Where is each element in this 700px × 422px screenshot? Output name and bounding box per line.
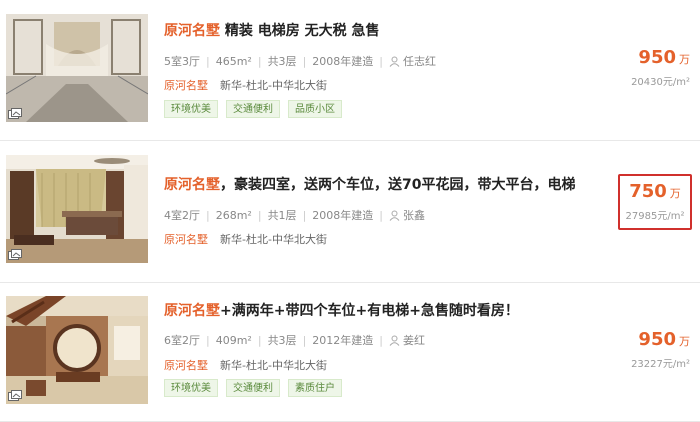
- unit-price: 27985元/m²: [625, 211, 685, 222]
- unit-price: 23227元/m²: [631, 359, 690, 370]
- address-text: 新华-杜北-中华北大街: [220, 79, 327, 92]
- listing-title[interactable]: 原河名墅+满两年+带四个车位+有电梯+急售随时看房！: [164, 300, 519, 320]
- built-year-text: 2012年建造: [312, 334, 374, 347]
- separator: |: [257, 208, 262, 222]
- unit-price: 20430元/m²: [631, 77, 690, 88]
- separator: |: [302, 208, 307, 222]
- separator: |: [257, 54, 262, 68]
- separator: |: [257, 333, 262, 347]
- floors-text: 共3层: [267, 334, 297, 347]
- separator: |: [206, 333, 210, 347]
- total-price-value: 950: [638, 47, 676, 68]
- total-price: 950 万: [610, 330, 690, 352]
- layout-text: 6室2厅: [164, 334, 200, 347]
- layout-text: 5室3厅: [164, 55, 200, 68]
- person-icon: [389, 335, 400, 346]
- separator: |: [379, 333, 383, 347]
- listing-item: 原河名墅，豪装四室，送两个车位，送70平花园，带大平台，电梯 4室2厅 | 26…: [0, 140, 700, 280]
- built-year-text: 2008年建造: [312, 209, 374, 222]
- address-text: 新华-杜北-中华北大街: [220, 359, 327, 372]
- layout-text: 4室2厅: [164, 209, 200, 222]
- separator: |: [206, 54, 210, 68]
- title-text: +满两年+带四个车位+有电梯+急售随时看房！: [220, 303, 519, 319]
- price-box: 950 万 23227元/m²: [610, 330, 690, 371]
- listing-title[interactable]: 原河名墅，豪装四室，送两个车位，送70平花园，带大平台，电梯: [164, 174, 575, 194]
- agent-name[interactable]: 任志红: [403, 53, 436, 69]
- feature-tag: 环境优美: [164, 379, 218, 397]
- price-box-highlighted: 750 万 27985元/m²: [618, 174, 692, 230]
- built-year-text: 2008年建造: [312, 55, 374, 68]
- area-text: 409m²: [215, 333, 252, 347]
- listing-photo[interactable]: [6, 296, 148, 404]
- area-text: 268m²: [215, 208, 252, 222]
- listing-meta: 4室2厅 | 268m² | 共1层 | 2008年建造 | 张鑫: [164, 207, 425, 223]
- agent-name[interactable]: 张鑫: [403, 207, 425, 223]
- address-text: 新华-杜北-中华北大街: [220, 233, 327, 246]
- community-link[interactable]: 原河名墅: [164, 359, 208, 372]
- title-text: ，豪装四室，送两个车位，送70平花园，带大平台，电梯: [220, 177, 576, 193]
- total-price-value: 950: [638, 329, 676, 350]
- listing-address: 原河名墅 新华-杜北-中华北大街: [164, 77, 327, 93]
- community-link[interactable]: 原河名墅: [164, 233, 208, 246]
- total-price: 950 万: [610, 48, 690, 70]
- title-text: 精装 电梯房 无大税 急售: [220, 23, 380, 39]
- separator: |: [206, 208, 210, 222]
- feature-tag: 素质住户: [288, 379, 342, 397]
- gallery-icon: [8, 249, 22, 260]
- price-box: 950 万 20430元/m²: [610, 48, 690, 89]
- separator: |: [379, 208, 383, 222]
- separator: |: [379, 54, 383, 68]
- title-community: 原河名墅: [164, 177, 220, 193]
- community-link[interactable]: 原河名墅: [164, 79, 208, 92]
- title-community: 原河名墅: [164, 23, 220, 39]
- separator: |: [302, 333, 307, 347]
- listing-meta: 5室3厅 | 465m² | 共3层 | 2008年建造 | 任志红: [164, 53, 436, 69]
- total-price-unit: 万: [679, 335, 690, 348]
- feature-tag: 品质小区: [288, 100, 342, 118]
- total-price-unit: 万: [669, 187, 681, 200]
- person-icon: [389, 56, 400, 67]
- listing-meta: 6室2厅 | 409m² | 共3层 | 2012年建造 | 姜红: [164, 332, 425, 348]
- feature-tag: 交通便利: [226, 100, 280, 118]
- listing-item: 原河名墅 精装 电梯房 无大税 急售 5室3厅 | 465m² | 共3层 | …: [0, 0, 700, 140]
- listing-photo[interactable]: [6, 155, 148, 263]
- feature-tag: 交通便利: [226, 379, 280, 397]
- separator: |: [302, 54, 307, 68]
- listing-address: 原河名墅 新华-杜北-中华北大街: [164, 357, 327, 373]
- person-icon: [389, 210, 400, 221]
- total-price-value: 750: [629, 181, 667, 202]
- listing-item: 原河名墅+满两年+带四个车位+有电梯+急售随时看房！ 6室2厅 | 409m² …: [0, 282, 700, 422]
- agent-name[interactable]: 姜红: [403, 332, 425, 348]
- total-price: 750 万: [620, 182, 690, 204]
- floors-text: 共1层: [267, 209, 297, 222]
- title-community: 原河名墅: [164, 303, 220, 319]
- gallery-icon: [8, 390, 22, 401]
- area-text: 465m²: [215, 54, 252, 68]
- listing-address: 原河名墅 新华-杜北-中华北大街: [164, 231, 327, 247]
- gallery-icon: [8, 108, 22, 119]
- listing-title[interactable]: 原河名墅 精装 电梯房 无大税 急售: [164, 20, 380, 40]
- feature-tag: 环境优美: [164, 100, 218, 118]
- total-price-unit: 万: [679, 53, 690, 66]
- floors-text: 共3层: [267, 55, 297, 68]
- tag-list: 环境优美 交通便利 素质住户: [164, 379, 342, 397]
- tag-list: 环境优美 交通便利 品质小区: [164, 100, 342, 118]
- listing-photo[interactable]: [6, 14, 148, 122]
